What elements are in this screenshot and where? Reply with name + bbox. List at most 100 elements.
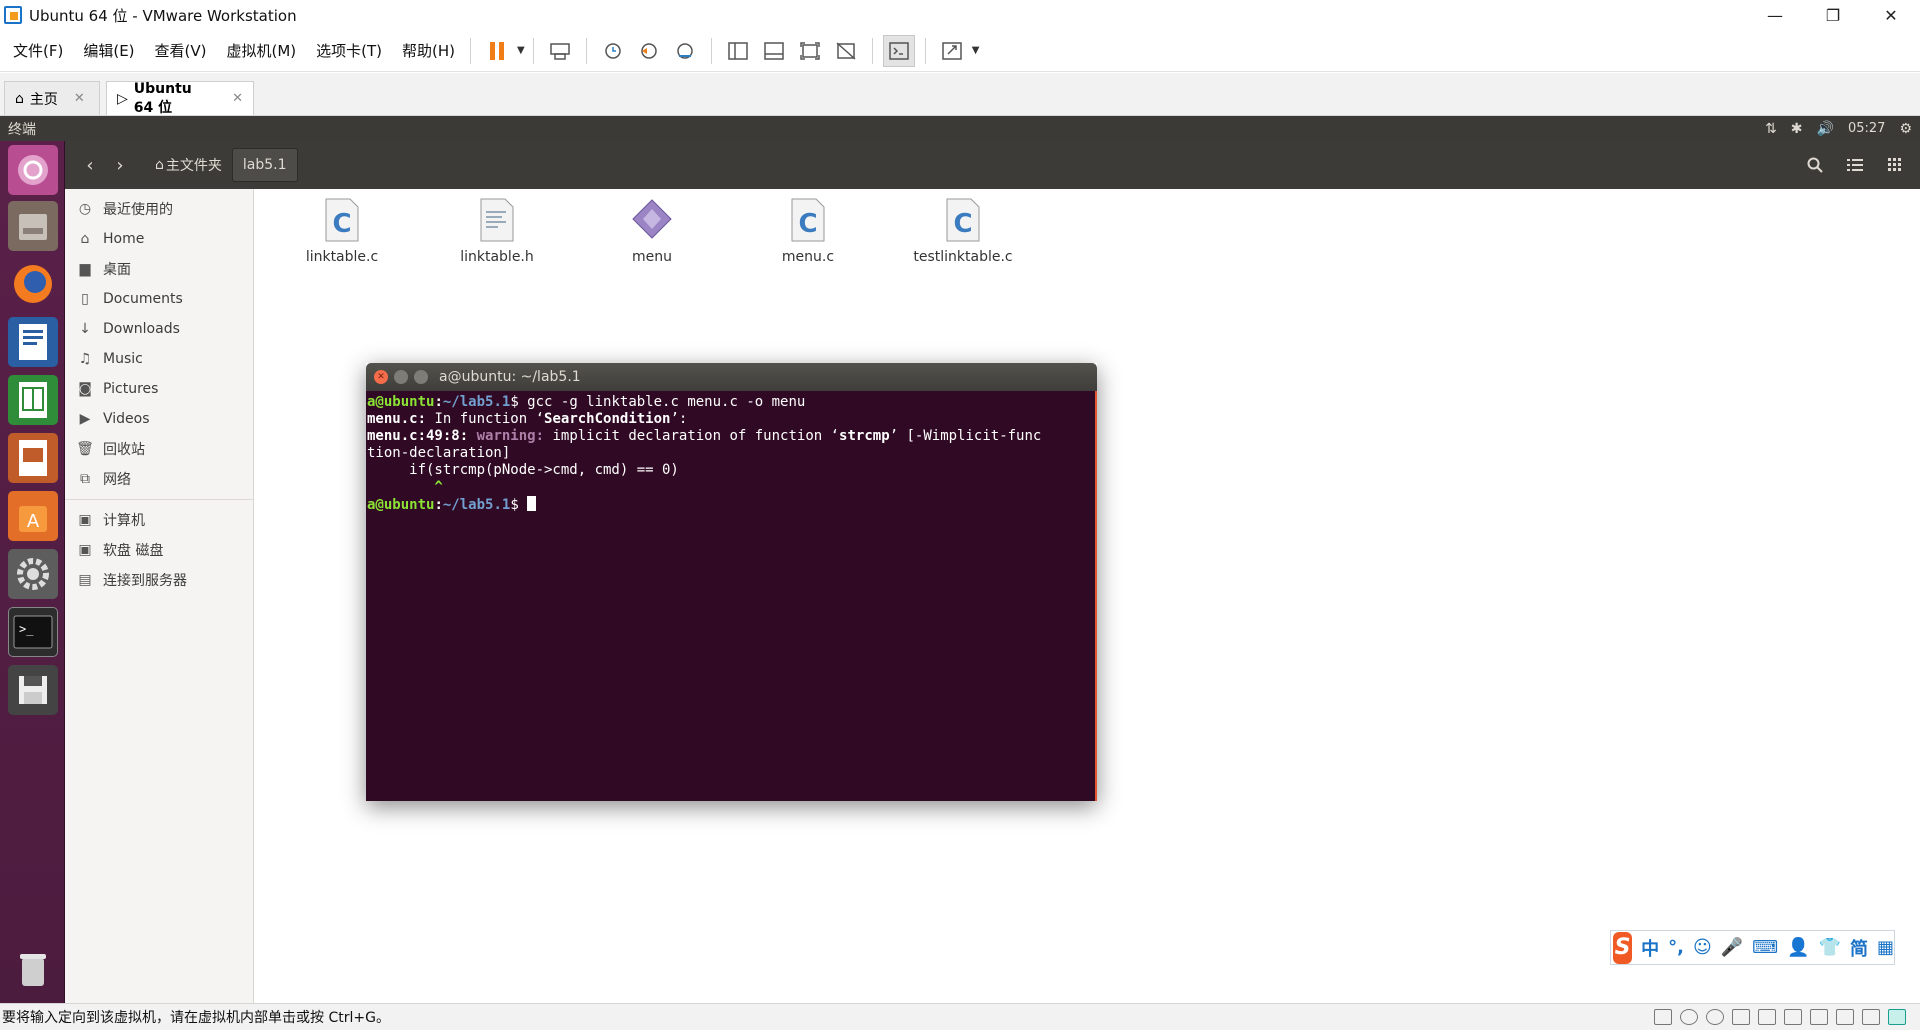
executable-file-icon bbox=[632, 199, 672, 239]
grid-view-icon[interactable] bbox=[1878, 150, 1912, 180]
chevron-down-icon[interactable]: ▼ bbox=[517, 45, 525, 56]
file-item[interactable]: linktable.h bbox=[437, 197, 557, 265]
fullscreen-icon[interactable] bbox=[794, 35, 826, 67]
hard-disk-icon[interactable] bbox=[1654, 1009, 1672, 1025]
terminal-window[interactable]: ✕ a@ubuntu: ~/lab5.1 a@ubuntu:~/lab5.1$ … bbox=[366, 363, 1097, 801]
floppy-icon[interactable] bbox=[1732, 1009, 1750, 1025]
camera-icon[interactable] bbox=[1862, 1009, 1880, 1025]
forward-icon[interactable]: › bbox=[105, 150, 135, 180]
toolbox-icon[interactable]: ▦ bbox=[1877, 937, 1894, 958]
cd-icon[interactable] bbox=[1706, 1009, 1724, 1025]
writer-icon[interactable] bbox=[8, 317, 58, 367]
menu-tabs[interactable]: 选项卡(T) bbox=[303, 40, 389, 61]
restore-button[interactable]: ❐ bbox=[1804, 0, 1862, 30]
command-text: gcc -g linktable.c menu.c -o menu bbox=[527, 394, 806, 410]
floppy-icon[interactable] bbox=[8, 665, 58, 715]
sidebar-item-floppy[interactable]: ▣ 软盘 磁盘 bbox=[65, 535, 253, 565]
console-view-icon[interactable] bbox=[882, 34, 915, 67]
ime-punctuation[interactable]: °, bbox=[1668, 937, 1684, 958]
music-icon: ♫ bbox=[78, 351, 92, 367]
sidebar-item-documents[interactable]: ▯ Documents bbox=[65, 284, 253, 314]
sidebar-item-connect-server[interactable]: ▤ 连接到服务器 bbox=[65, 565, 253, 595]
volume-icon[interactable]: 🔊 bbox=[1817, 121, 1834, 137]
keyboard-icon[interactable]: ⌨ bbox=[1752, 937, 1778, 958]
cd-icon[interactable] bbox=[1680, 1009, 1698, 1025]
back-icon[interactable]: ‹ bbox=[75, 150, 105, 180]
tab-home[interactable]: ⌂ 主页 ✕ bbox=[4, 81, 100, 115]
bluetooth-icon[interactable]: ✱ bbox=[1791, 121, 1803, 137]
gear-icon[interactable]: ⚙ bbox=[1899, 121, 1912, 137]
ime-mode[interactable]: 中 bbox=[1641, 935, 1659, 961]
sidebar-item-network[interactable]: ⧉ 网络 bbox=[65, 464, 253, 494]
send-ctrl-alt-del-icon[interactable] bbox=[544, 35, 576, 67]
microphone-icon[interactable]: 🎤 bbox=[1721, 937, 1743, 958]
search-icon[interactable] bbox=[1798, 150, 1832, 180]
stretch-guest-icon[interactable] bbox=[936, 35, 968, 67]
trash-icon[interactable] bbox=[8, 945, 58, 995]
dash-icon[interactable] bbox=[8, 145, 58, 195]
sogou-logo-icon[interactable]: S bbox=[1613, 931, 1633, 964]
file-item[interactable]: menu bbox=[592, 197, 712, 265]
snapshot-icon[interactable] bbox=[597, 35, 629, 67]
close-icon[interactable]: ✕ bbox=[232, 91, 243, 106]
text-cursor bbox=[527, 496, 537, 511]
sidebar-item-videos[interactable]: ▶ Videos bbox=[65, 404, 253, 434]
files-icon[interactable] bbox=[8, 201, 58, 251]
unity-icon[interactable] bbox=[830, 35, 862, 67]
clock[interactable]: 05:27 bbox=[1848, 121, 1885, 136]
close-button[interactable]: ✕ bbox=[1862, 0, 1920, 30]
sidebar-item-recent[interactable]: ◷ 最近使用的 bbox=[65, 194, 253, 224]
calc-icon[interactable] bbox=[8, 375, 58, 425]
usb-icon[interactable] bbox=[1836, 1009, 1854, 1025]
menu-view[interactable]: 查看(V) bbox=[142, 40, 214, 61]
network-icon: ⧉ bbox=[80, 471, 90, 487]
network-adapter-icon[interactable] bbox=[1758, 1009, 1776, 1025]
sound-icon[interactable] bbox=[1810, 1009, 1828, 1025]
snapshot-manager-icon[interactable] bbox=[669, 35, 701, 67]
thumbnail-view-icon[interactable] bbox=[758, 35, 790, 67]
emoji-icon[interactable]: ☺ bbox=[1693, 937, 1712, 958]
sidebar-item-downloads[interactable]: ↓ Downloads bbox=[65, 314, 253, 344]
file-item[interactable]: C testlinktable.c bbox=[903, 197, 1023, 265]
revert-snapshot-icon[interactable] bbox=[633, 35, 665, 67]
close-icon[interactable]: ✕ bbox=[374, 370, 388, 384]
user-icon[interactable]: 👤 bbox=[1787, 937, 1809, 958]
chevron-down-icon[interactable]: ▼ bbox=[972, 45, 980, 56]
sidebar-view-icon[interactable] bbox=[722, 35, 754, 67]
message-icon[interactable] bbox=[1888, 1009, 1906, 1025]
sidebar-item-desktop[interactable]: ▆ 桌面 bbox=[65, 254, 253, 284]
sidebar-item-home[interactable]: ⌂ Home bbox=[65, 224, 253, 254]
sidebar-item-pictures[interactable]: ◙ Pictures bbox=[65, 374, 253, 404]
menu-file[interactable]: 文件(F) bbox=[0, 40, 70, 61]
svg-text:A: A bbox=[27, 511, 40, 532]
firefox-icon[interactable] bbox=[8, 259, 58, 309]
pause-icon[interactable] bbox=[481, 35, 513, 67]
network-icon[interactable]: ⇅ bbox=[1765, 121, 1777, 137]
path-home-button[interactable]: ⌂ 主文件夹 bbox=[145, 148, 232, 182]
terminal-titlebar[interactable]: ✕ a@ubuntu: ~/lab5.1 bbox=[366, 363, 1097, 391]
minimize-button[interactable]: — bbox=[1746, 0, 1804, 30]
system-settings-icon[interactable] bbox=[8, 549, 58, 599]
printer-icon[interactable] bbox=[1784, 1009, 1802, 1025]
path-current-button[interactable]: lab5.1 bbox=[231, 148, 298, 182]
tab-ubuntu[interactable]: ▷ Ubuntu 64 位 ✕ bbox=[106, 81, 254, 116]
list-view-icon[interactable] bbox=[1838, 150, 1872, 180]
menu-edit[interactable]: 编辑(E) bbox=[70, 40, 141, 61]
minimize-icon[interactable] bbox=[394, 370, 408, 384]
file-item[interactable]: C menu.c bbox=[748, 197, 868, 265]
file-item[interactable]: C linktable.c bbox=[282, 197, 402, 265]
ime-simplified[interactable]: 简 bbox=[1850, 935, 1868, 961]
sidebar-item-computer[interactable]: ▣ 计算机 bbox=[65, 505, 253, 535]
maximize-icon[interactable] bbox=[414, 370, 428, 384]
close-icon[interactable]: ✕ bbox=[74, 91, 85, 106]
terminal-icon[interactable]: >_ bbox=[8, 607, 58, 657]
sidebar-item-music[interactable]: ♫ Music bbox=[65, 344, 253, 374]
skin-icon[interactable]: 👕 bbox=[1819, 937, 1841, 958]
sidebar-item-trash[interactable]: 🗑 回收站 bbox=[65, 434, 253, 464]
software-center-icon[interactable]: A bbox=[8, 491, 58, 541]
terminal-output[interactable]: a@ubuntu:~/lab5.1$ gcc -g linktable.c me… bbox=[366, 391, 1097, 801]
camera-icon: ◙ bbox=[78, 381, 92, 397]
menu-vm[interactable]: 虚拟机(M) bbox=[214, 40, 304, 61]
menu-help[interactable]: 帮助(H) bbox=[389, 40, 462, 61]
impress-icon[interactable] bbox=[8, 433, 58, 483]
